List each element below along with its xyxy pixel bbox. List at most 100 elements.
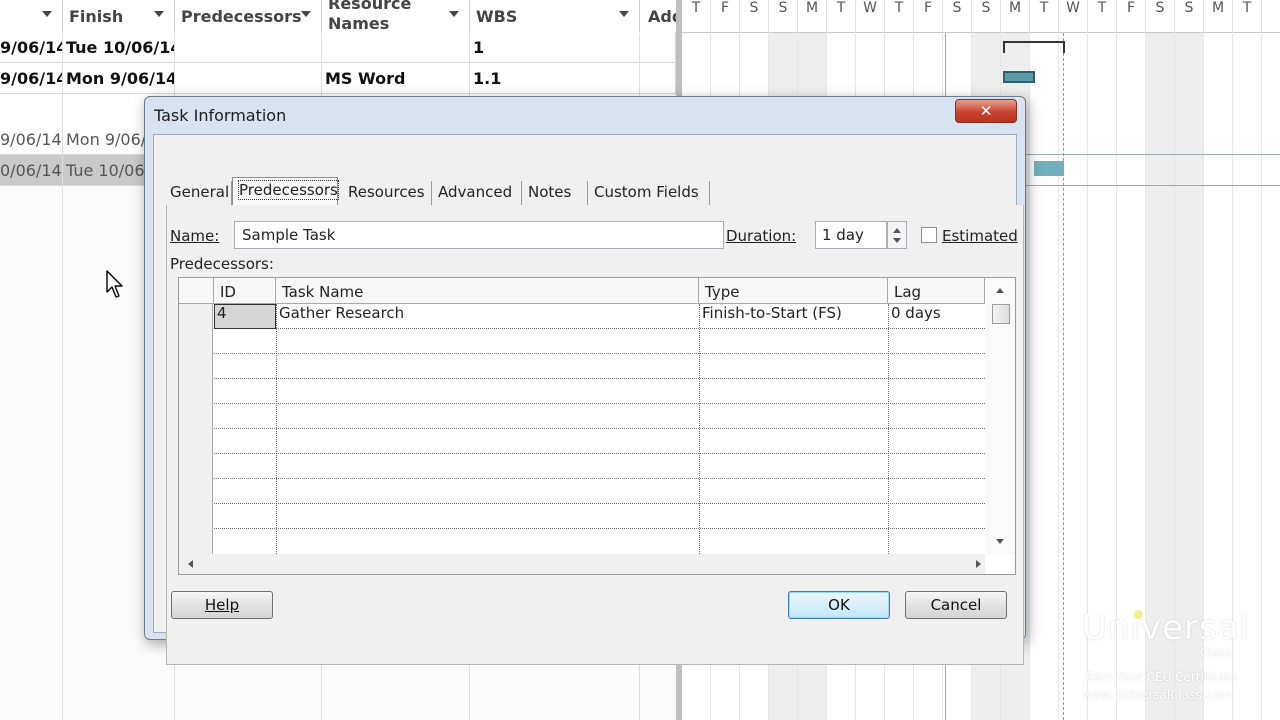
row-selector[interactable] [179,529,213,554]
duration-spinner[interactable] [887,221,907,249]
grid-row[interactable] [179,354,985,379]
cell-wbs: 1.1 [470,63,676,94]
name-field[interactable]: Sample Task [234,221,724,249]
timescale-day: S [972,0,1001,33]
cell-task-name[interactable]: Gather Research [276,304,699,329]
grid-corner [179,278,214,304]
watermark-url: www.UniversalClass.com [1082,688,1232,702]
timescale-day: M [1204,0,1233,33]
scroll-left-icon[interactable] [188,560,193,568]
column-header-resource-names[interactable]: Resource Names [322,0,470,33]
horizontal-scrollbar[interactable] [179,554,985,574]
cell-start: 9/06/14 [0,63,63,94]
watermark-tagline: Earn Your CEU Certificate [1086,670,1238,684]
column-header-start[interactable] [0,0,63,33]
timescale: TFSSMTWTFSSMTWTFSSMT [682,0,1280,33]
cell-finish: Mon 9/06/14 [63,63,175,94]
tab-notes[interactable]: Notes [522,181,588,205]
row-selector[interactable] [179,329,213,354]
row-selector[interactable] [179,354,213,379]
cancel-button[interactable]: Cancel [905,591,1007,619]
scroll-thumb[interactable] [992,304,1010,324]
chevron-down-icon[interactable] [154,11,164,17]
grid-row[interactable] [179,379,985,404]
cell-finish: Tue 10/06/14 [63,32,175,63]
grid-row[interactable] [179,504,985,529]
grid-row[interactable] [179,479,985,504]
vertical-scrollbar[interactable] [985,278,1015,554]
chevron-down-icon[interactable] [301,11,311,17]
grid-header-type[interactable]: Type [699,278,888,304]
help-button[interactable]: Help [171,591,273,619]
gantt-gridline [1029,33,1030,720]
watermark-logo: Universal [1082,608,1250,648]
logo-dot-icon [1134,610,1143,619]
row-selector[interactable] [179,479,213,504]
deadline-line [1063,33,1064,720]
scroll-up-icon[interactable] [996,288,1004,293]
name-label: Name: [170,227,220,245]
column-header-wbs[interactable]: WBS [470,0,640,33]
grid-row[interactable] [179,529,985,554]
tab-advanced[interactable]: Advanced [432,181,522,205]
close-icon: ✕ [979,102,993,120]
mouse-pointer-icon [106,270,126,304]
tab-custom-fields[interactable]: Custom Fields [588,181,710,205]
cell-id[interactable]: 4 [214,304,276,329]
table-row[interactable]: 9/06/14 Mon 9/06/14 MS Word 1.1 [0,63,676,94]
chevron-down-icon[interactable] [42,11,52,17]
grid-row[interactable]: 4 Gather Research Finish-to-Start (FS) 0… [179,304,985,329]
timescale-day: M [1001,0,1030,33]
timescale-day: M [798,0,827,33]
header-line: Resource [328,0,412,13]
dialog-body: General Predecessors Resources Advanced … [153,134,1024,665]
row-selector[interactable] [179,454,213,479]
table-row[interactable]: 9/06/14 Tue 10/06/14 1 [0,32,676,63]
task-bar[interactable] [1034,161,1064,176]
spin-up-icon[interactable] [893,228,901,233]
tab-resources[interactable]: Resources [342,181,432,205]
ok-button[interactable]: OK [788,591,890,619]
timescale-day: W [1059,0,1088,33]
grid-row[interactable] [179,454,985,479]
predecessors-label: Predecessors: [170,255,274,273]
scroll-down-icon[interactable] [996,539,1004,544]
timescale-day: T [827,0,856,33]
cell-lag[interactable]: 0 days [888,304,985,329]
chevron-down-icon[interactable] [619,11,629,17]
chevron-down-icon[interactable] [449,11,459,17]
grid-row[interactable] [179,429,985,454]
close-button[interactable]: ✕ [955,99,1017,123]
grid-divider [699,304,700,554]
row-selector[interactable] [179,304,213,329]
row-selector[interactable] [179,429,213,454]
duration-field[interactable]: 1 day [815,221,887,249]
cell-resources [322,32,470,63]
timescale-day: T [1088,0,1117,33]
predecessors-grid[interactable]: ID Task Name Type Lag 4 Gather Research … [178,277,1016,575]
column-header-add[interactable]: Add [640,0,676,33]
scroll-right-icon[interactable] [976,560,981,568]
cell-type[interactable]: Finish-to-Start (FS) [699,304,888,329]
estimated-checkbox[interactable] [921,227,937,243]
column-header-predecessors[interactable]: Predecessors [175,0,322,33]
grid-header-lag[interactable]: Lag [888,278,985,304]
row-selector[interactable] [179,404,213,429]
column-header-finish[interactable]: Finish [63,0,175,33]
grid-row[interactable] [179,404,985,429]
grid-header-task-name[interactable]: Task Name [276,278,699,304]
universalclass-watermark: Universal Class Earn Your CEU Certificat… [1082,608,1272,702]
tab-predecessors[interactable]: Predecessors [232,177,339,205]
grid-row[interactable] [179,329,985,354]
spin-down-icon[interactable] [893,238,901,243]
timescale-day: S [943,0,972,33]
summary-bar[interactable] [1003,41,1065,53]
task-bar[interactable] [1003,71,1035,83]
grid-header-id[interactable]: ID [214,278,276,304]
cell-start: 9/06/14 [0,32,63,63]
row-selector[interactable] [179,379,213,404]
timescale-day: W [856,0,885,33]
row-selector[interactable] [179,504,213,529]
tab-general[interactable]: General [164,181,232,205]
timescale-day: S [740,0,769,33]
